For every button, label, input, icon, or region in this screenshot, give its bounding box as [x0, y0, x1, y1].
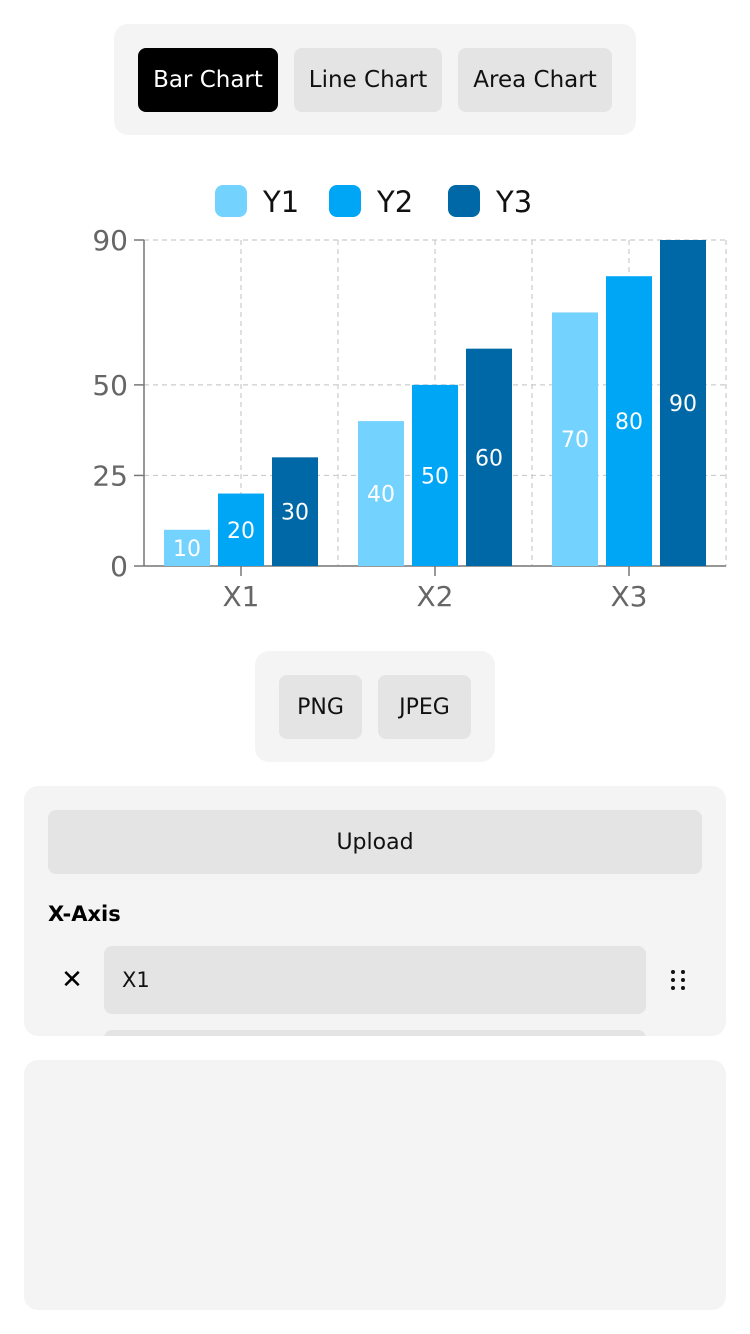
- chart-area: Y1 Y2 Y3 0 25 50 90 10 20 30 X1 40 50 60 X2 70 80 90 X3: [0, 160, 750, 640]
- x-tick-label: X1: [223, 580, 260, 613]
- bar-chart-button[interactable]: Bar Chart: [138, 48, 278, 112]
- bar-data-label: 70: [561, 428, 589, 453]
- export-png-button[interactable]: PNG: [279, 675, 362, 739]
- bar-data-label: 30: [281, 501, 309, 526]
- line-chart-button[interactable]: Line Chart: [294, 48, 442, 112]
- bar-data-label: 10: [173, 537, 201, 562]
- chart-type-selector: Bar Chart Line Chart Area Chart: [114, 24, 636, 135]
- x-tick-label: X2: [417, 580, 454, 613]
- upload-button[interactable]: Upload: [48, 810, 702, 874]
- x-axis-row: [24, 1030, 726, 1036]
- bar-data-label: 50: [421, 464, 449, 489]
- x-axis-value-input[interactable]: [104, 1030, 646, 1036]
- data-panel: [24, 1060, 726, 1310]
- bar-chart: Y1 Y2 Y3 0 25 50 90 10 20 30 X1 40 50 60 X2 70 80 90 X3: [92, 185, 727, 613]
- legend-swatch: [448, 185, 480, 217]
- x-axis-value-input[interactable]: [104, 946, 646, 1014]
- area-chart-button[interactable]: Area Chart: [458, 48, 612, 112]
- y-tick-label: 0: [110, 550, 128, 583]
- bar-data-label: 80: [615, 410, 643, 435]
- legend-swatch: [215, 185, 247, 217]
- bar-data-label: 40: [367, 483, 395, 508]
- export-toolbar: PNG JPEG: [255, 651, 495, 762]
- bar-data-label: 60: [475, 446, 503, 471]
- legend-label: Y3: [495, 185, 532, 219]
- data-editor-panel: Upload X-Axis ✕: [24, 786, 726, 1036]
- y-tick-label: 25: [92, 459, 128, 492]
- drag-handle-icon[interactable]: [668, 968, 688, 992]
- legend-swatch: [329, 185, 361, 217]
- bar-data-label: 20: [227, 519, 255, 544]
- x-axis-section-title: X-Axis: [48, 902, 121, 926]
- legend-label: Y1: [262, 185, 299, 219]
- y-tick-label: 50: [92, 369, 128, 402]
- x-tick-label: X3: [611, 580, 648, 613]
- export-jpeg-button[interactable]: JPEG: [378, 675, 471, 739]
- x-axis-row: ✕: [24, 946, 726, 1014]
- legend-label: Y2: [376, 185, 413, 219]
- close-icon[interactable]: ✕: [60, 965, 84, 995]
- y-tick-label: 90: [92, 224, 128, 257]
- bar-data-label: 90: [669, 392, 697, 417]
